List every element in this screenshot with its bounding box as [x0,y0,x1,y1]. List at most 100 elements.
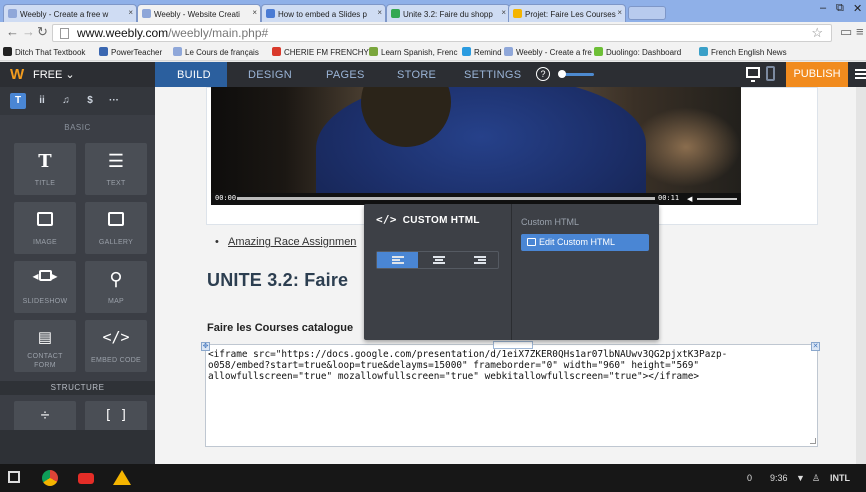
canvas-scrollbar[interactable] [856,87,866,464]
drive-favicon-icon [391,9,400,18]
alignment-toggle [376,251,499,269]
browser-tab-active[interactable]: Weebly - Website Creati × [137,4,261,22]
new-tab-button[interactable] [628,6,666,20]
bookmark-item[interactable]: French English News [699,47,787,57]
minimize-icon[interactable]: – [820,2,826,14]
move-handle-icon[interactable]: ✥ [201,342,210,351]
bookmark-favicon-icon [504,47,513,56]
tab-pages[interactable]: PAGES [326,69,365,81]
clock[interactable]: 9:36 [770,473,788,483]
sidebar-tab-basic[interactable]: T [10,93,26,109]
code-icon: </> [376,213,397,226]
browser-tab[interactable]: Unite 3.2: Faire du shopp × [386,4,510,22]
drive-icon[interactable] [113,470,131,485]
video-frame[interactable] [211,87,741,205]
bookmark-item[interactable]: Duolingo: Dashboard [594,47,681,57]
element-contact-form[interactable]: ▤ CONTACT FORM [14,320,76,372]
help-icon[interactable]: ? [536,67,550,81]
menu-icon[interactable]: ≡ [856,24,864,39]
element-map[interactable]: ⚲ MAP [85,261,147,313]
user-icon[interactable]: ♙ [812,473,820,484]
close-icon[interactable]: × [252,8,257,17]
sidebar-tabs: T ii ♫ $ ··· [0,87,155,115]
plan-dropdown[interactable]: FREE ⌄ [33,68,75,81]
close-icon[interactable]: × [377,8,382,17]
form-icon: ▤ [37,329,53,346]
bookmark-favicon-icon [99,47,108,56]
bookmark-item[interactable]: Weebly - Create a fre [504,47,592,57]
text-lines-icon: ☰ [107,151,125,171]
back-icon[interactable]: ← [6,24,19,39]
cast-icon[interactable]: ▭ [840,24,852,40]
address-bar[interactable]: www.weebly.com/weebly/main.php# ☆ [52,24,832,42]
bookmark-favicon-icon [594,47,603,56]
align-right-button[interactable] [459,252,500,268]
maximize-icon[interactable]: ⧉ [836,2,844,15]
browser-tab[interactable]: Projet: Faire Les Courses × [508,4,626,22]
embed-code-text[interactable]: <iframe src="https://docs.google.com/pre… [208,349,808,382]
align-left-button[interactable] [377,252,418,268]
assignment-link[interactable]: Amazing Race Assignmen [228,236,356,248]
drag-handle[interactable] [493,341,533,349]
element-text[interactable]: ☰ TEXT [85,143,147,195]
zoom-slider[interactable] [558,70,594,78]
bookmark-star-icon[interactable]: ☆ [811,25,823,41]
weebly-favicon-icon [142,9,151,18]
weebly-logo[interactable]: W [10,66,24,83]
wifi-icon[interactable]: ▼ [796,473,805,483]
align-center-button[interactable] [418,252,459,268]
close-icon[interactable]: × [617,8,622,17]
browser-tab[interactable]: How to embed a Slides p × [261,4,386,22]
close-icon[interactable]: × [501,8,506,17]
tab-design[interactable]: DESIGN [248,69,292,81]
bookmark-item[interactable]: PowerTeacher [99,47,162,57]
bookmark-item[interactable]: CHERIE FM FRENCHY [272,47,369,57]
youtube-icon[interactable] [78,473,94,484]
volume-icon[interactable]: ◀ [687,195,692,203]
tab-store[interactable]: STORE [397,69,436,81]
element-slideshow[interactable]: ◂ ▸ SLIDESHOW [14,261,76,313]
bookmark-item[interactable]: Ditch That Textbook [3,47,85,57]
edit-custom-html-button[interactable]: Edit Custom HTML [521,234,649,251]
sidebar-tab-media[interactable]: ♫ [58,93,74,109]
volume-control[interactable]: ◀ [687,195,737,203]
tab-build[interactable]: BUILD [177,69,211,81]
video-progress-bar[interactable] [237,197,655,200]
element-embed-code[interactable]: </> EMBED CODE [85,320,147,372]
element-title[interactable]: T TITLE [14,143,76,195]
tab-settings[interactable]: SETTINGS [464,69,521,81]
publish-button[interactable]: PUBLISH [786,62,848,87]
chrome-icon[interactable] [42,470,58,486]
page-heading[interactable]: UNITE 3.2: Faire [207,270,348,291]
delete-element-icon[interactable]: ✕ [811,342,820,351]
close-window-icon[interactable]: ✕ [853,2,862,15]
app-launcher-icon[interactable] [8,471,20,483]
desktop-view-icon[interactable] [746,67,760,82]
reload-icon[interactable]: ↻ [37,24,48,40]
section-subheading[interactable]: Faire les Courses catalogue [207,322,353,334]
browser-tab[interactable]: Weebly - Create a free w × [3,4,137,22]
sidebar-tab-commerce[interactable]: $ [82,93,98,109]
browser-tab-strip: Weebly - Create a free w × Weebly - Websi… [0,0,866,22]
element-gallery[interactable]: GALLERY [85,202,147,254]
bookmark-item[interactable]: Remind [462,47,502,57]
sidebar-footer [0,430,155,464]
browser-toolbar: ← → ↻ www.weebly.com/weebly/main.php# ☆ … [0,22,866,45]
mobile-view-icon[interactable] [766,66,775,81]
element-image[interactable]: IMAGE [14,202,76,254]
bookmark-item[interactable]: Learn Spanish, Frenc [369,47,458,57]
gallery-icon [85,210,147,231]
align-center-icon [432,256,445,264]
sidebar-tab-structure[interactable]: ii [34,93,50,109]
slider-knob[interactable] [558,70,566,78]
os-taskbar: 0 9:36 ▼ ♙ INTL [0,464,866,492]
menu-icon[interactable] [855,69,866,71]
resize-handle[interactable] [810,438,816,444]
input-locale[interactable]: INTL [830,473,850,483]
sidebar-tab-more[interactable]: ··· [106,93,122,109]
close-icon[interactable]: × [128,8,133,17]
bookmark-item[interactable]: Le Cours de français [173,47,259,57]
forward-icon[interactable]: → [22,24,35,39]
notification-count[interactable]: 0 [747,473,752,483]
slideshow-icon: ◂ ▸ [32,269,58,283]
